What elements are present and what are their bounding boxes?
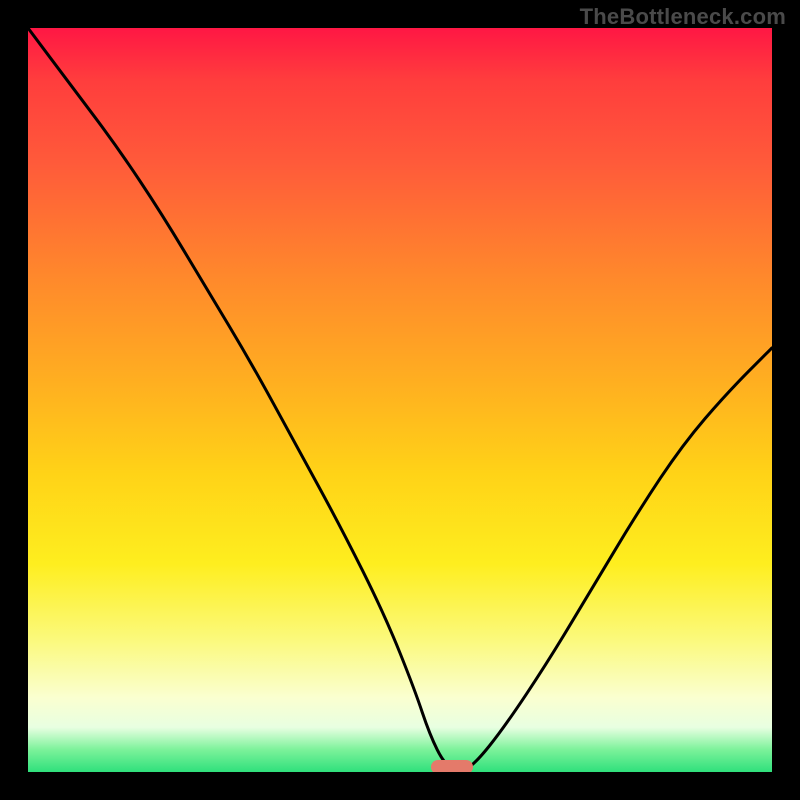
outer-frame: TheBottleneck.com xyxy=(0,0,800,800)
optimum-marker xyxy=(431,760,473,772)
bottleneck-curve xyxy=(28,28,772,772)
curve-path xyxy=(28,28,772,770)
watermark-text: TheBottleneck.com xyxy=(580,4,786,30)
plot-area xyxy=(28,28,772,772)
